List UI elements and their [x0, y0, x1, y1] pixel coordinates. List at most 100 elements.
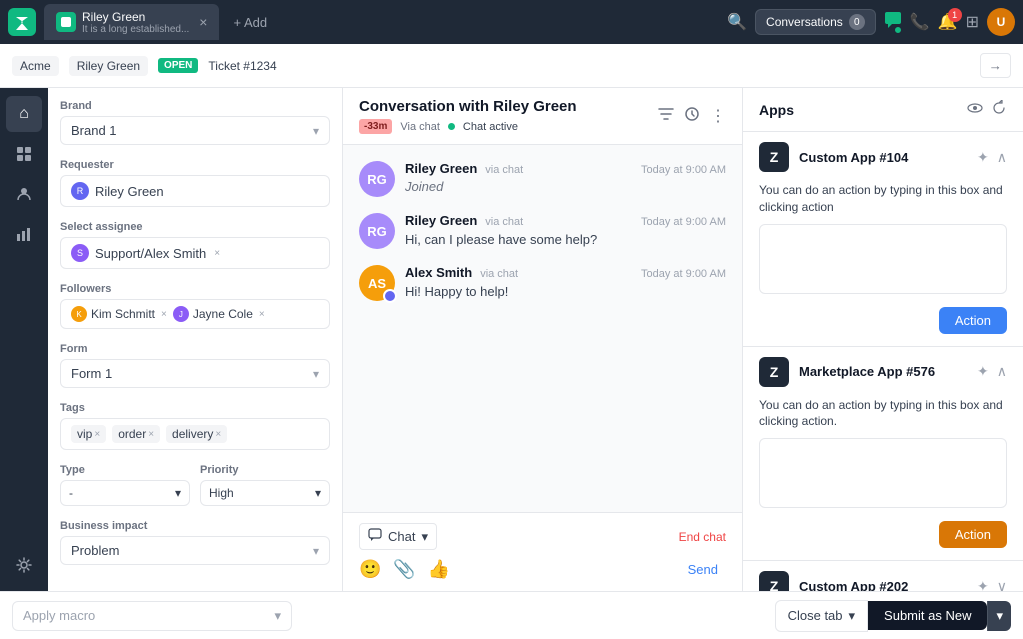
- nav-gear[interactable]: [6, 547, 42, 583]
- phone-icon[interactable]: 📞: [910, 12, 930, 32]
- app2-collapse-icon[interactable]: ∧: [997, 363, 1007, 380]
- subheader: Acme Riley Green OPEN Ticket #1234 →: [0, 44, 1023, 88]
- app2-action-btn[interactable]: Action: [939, 521, 1007, 548]
- eye-icon[interactable]: [967, 100, 983, 119]
- app1-settings-icon[interactable]: ✦: [977, 149, 989, 166]
- brand-chevron: ▾: [313, 124, 319, 138]
- chat-status-row: -33m Via chat Chat active: [359, 119, 577, 134]
- ticket-link[interactable]: Ticket #1234: [208, 59, 276, 73]
- assignee-field[interactable]: S Support/Alex Smith ×: [60, 237, 330, 269]
- app2-icon: Z: [759, 357, 789, 387]
- end-chat-btn[interactable]: End chat: [679, 530, 726, 544]
- msg-text-3: Hi! Happy to help!: [405, 283, 726, 301]
- macro-chevron: ▾: [274, 608, 281, 624]
- app3-settings-icon[interactable]: ✦: [977, 578, 989, 591]
- apps-header-icons: [967, 100, 1007, 119]
- assignee-remove-btn[interactable]: ×: [214, 248, 220, 259]
- type-value: -: [69, 486, 73, 500]
- close-tab-btn[interactable]: Close tab ▾: [775, 600, 868, 632]
- send-btn[interactable]: Send: [680, 558, 726, 581]
- nav-chart[interactable]: [6, 216, 42, 252]
- form-select[interactable]: Form 1 ▾: [60, 359, 330, 388]
- chat-icon-btn[interactable]: [884, 11, 902, 34]
- close-tab-label: Close tab: [788, 608, 843, 623]
- active-tab[interactable]: Riley Green It is a long established... …: [44, 4, 219, 40]
- requester-avatar: R: [71, 182, 89, 200]
- search-icon[interactable]: 🔍: [727, 12, 747, 32]
- app1-textarea[interactable]: [759, 224, 1007, 294]
- follower-jayne: J Jayne Cole ×: [173, 306, 265, 322]
- refresh-icon[interactable]: [991, 100, 1007, 119]
- chat-active-text: Chat active: [463, 121, 518, 133]
- msg-time-1: Today at 9:00 AM: [641, 164, 726, 176]
- message-row-2: RG Riley Green via chat Today at 9:00 AM…: [359, 213, 726, 249]
- msg-name-1: Riley Green: [405, 161, 477, 176]
- thumbsup-icon[interactable]: 👍: [428, 559, 450, 580]
- form-section: Form Form 1 ▾: [60, 343, 330, 388]
- business-impact-section: Business impact Problem ▾: [60, 520, 330, 565]
- type-chevron: ▾: [175, 486, 181, 500]
- priority-select[interactable]: High ▾: [200, 480, 330, 506]
- chat-header: Conversation with Riley Green -33m Via c…: [343, 88, 742, 145]
- more-icon[interactable]: ⋮: [710, 106, 726, 126]
- app3-collapse-icon[interactable]: ∨: [997, 578, 1007, 591]
- business-impact-select[interactable]: Problem ▾: [60, 536, 330, 565]
- brand-select[interactable]: Brand 1 ▾: [60, 116, 330, 145]
- apps-header: Apps: [743, 88, 1023, 132]
- msg-text-1: Joined: [405, 179, 726, 194]
- type-select[interactable]: - ▾: [60, 480, 190, 506]
- acme-tag[interactable]: Acme: [12, 56, 59, 76]
- nav-home[interactable]: ⌂: [6, 96, 42, 132]
- msg-avatar-container-1: RG: [359, 161, 395, 197]
- app3-right: ✦ ∨: [977, 578, 1007, 591]
- app3-header: Z Custom App #202 ✦ ∨: [743, 561, 1023, 591]
- chat-footer: Chat ▾ End chat 🙂 📎 👍 Send: [343, 512, 742, 591]
- app1-collapse-icon[interactable]: ∧: [997, 149, 1007, 166]
- emoji-icon[interactable]: 🙂: [359, 559, 381, 580]
- filter-icon[interactable]: [658, 106, 674, 127]
- brand-label: Brand: [60, 100, 330, 112]
- chat-messages: RG Riley Green via chat Today at 9:00 AM…: [343, 145, 742, 512]
- tag-order: order ×: [112, 425, 160, 443]
- nav-users[interactable]: [6, 176, 42, 212]
- tag-vip-remove[interactable]: ×: [94, 429, 100, 440]
- requester-section: Requester R Riley Green: [60, 159, 330, 207]
- app3-icon: Z: [759, 571, 789, 591]
- submit-arrow-btn[interactable]: ▾: [987, 601, 1011, 631]
- app2-settings-icon[interactable]: ✦: [977, 363, 989, 380]
- user-avatar[interactable]: U: [987, 8, 1015, 36]
- brand-value: Brand 1: [71, 123, 117, 138]
- tag-delivery-remove[interactable]: ×: [215, 429, 221, 440]
- chat-type-btn[interactable]: Chat ▾: [359, 523, 437, 550]
- online-dot: [894, 26, 902, 34]
- app1-action-btn[interactable]: Action: [939, 307, 1007, 334]
- msg-avatar-overlay-icon: [383, 289, 397, 303]
- follower-jayne-remove[interactable]: ×: [259, 309, 265, 320]
- app2-textarea[interactable]: [759, 438, 1007, 508]
- nav-forward-btn[interactable]: →: [980, 53, 1011, 78]
- nav-grid[interactable]: [6, 136, 42, 172]
- follower-kim-remove[interactable]: ×: [161, 309, 167, 320]
- requester-field[interactable]: R Riley Green: [60, 175, 330, 207]
- assignee-avatar: S: [71, 244, 89, 262]
- history-icon[interactable]: [684, 106, 700, 127]
- tags-field: vip × order × delivery ×: [60, 418, 330, 450]
- notif-count: 1: [948, 8, 962, 22]
- riley-tag[interactable]: Riley Green: [69, 56, 148, 76]
- msg-avatar-2: RG: [359, 213, 395, 249]
- tab-close-btn[interactable]: ×: [199, 14, 207, 30]
- msg-header-2: Riley Green via chat Today at 9:00 AM: [405, 213, 726, 228]
- notifications-btn[interactable]: 🔔 1: [938, 12, 958, 32]
- attachment-icon[interactable]: 📎: [393, 559, 415, 580]
- tag-order-remove[interactable]: ×: [148, 429, 154, 440]
- conversations-btn[interactable]: Conversations 0: [755, 9, 876, 35]
- chat-icon-small: [368, 528, 382, 545]
- follower-jayne-avatar: J: [173, 306, 189, 322]
- add-tab-btn[interactable]: + Add: [223, 11, 277, 34]
- follower-jayne-name: Jayne Cole: [193, 307, 253, 321]
- tags-label: Tags: [60, 402, 330, 414]
- apply-macro-btn[interactable]: Apply macro ▾: [12, 601, 292, 631]
- follower-kim-name: Kim Schmitt: [91, 307, 155, 321]
- submit-as-new-btn[interactable]: Submit as New: [868, 601, 987, 630]
- grid-icon[interactable]: ⊞: [966, 12, 979, 32]
